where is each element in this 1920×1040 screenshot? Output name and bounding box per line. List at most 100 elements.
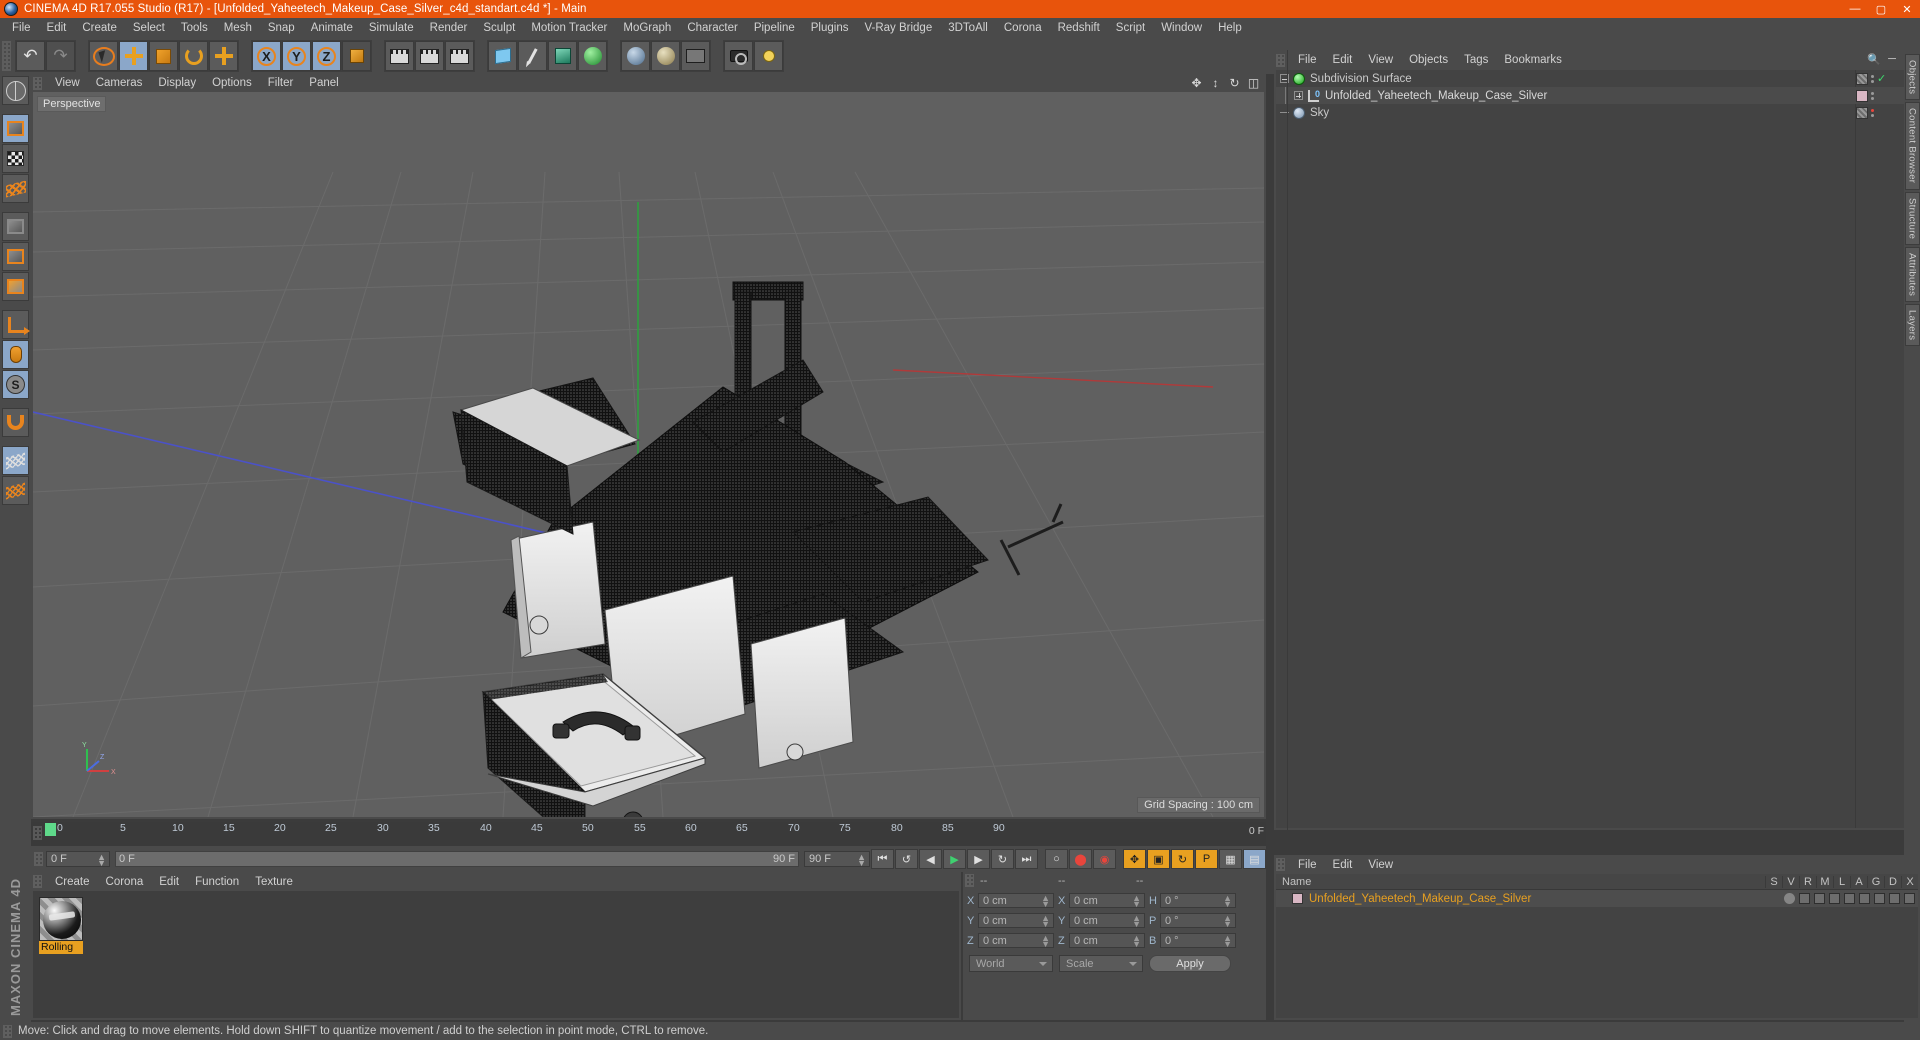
undo-icon[interactable]: ↶ — [16, 41, 45, 71]
scale-tool-icon[interactable] — [149, 41, 178, 71]
autokey-button[interactable]: ○ — [1045, 849, 1068, 869]
object-manager-tree[interactable]: Subdivision Surface ✓ 0 Unfolded_Yaheete… — [1276, 70, 1918, 828]
edges-mode-icon[interactable] — [2, 242, 29, 271]
texture-mode-icon[interactable] — [2, 144, 29, 173]
menu-animate[interactable]: Animate — [303, 18, 361, 38]
timeline-ruler[interactable]: 0 5 10 15 20 25 30 35 40 45 50 55 60 65 … — [31, 822, 1266, 846]
visibility-dots-icon[interactable] — [1871, 91, 1874, 100]
om-menu-file[interactable]: File — [1290, 54, 1325, 66]
layer-list[interactable]: Unfolded_Yaheetech_Makeup_Case_Silver — [1276, 890, 1918, 1018]
object-row-subdivision-surface[interactable]: Subdivision Surface ✓ — [1276, 70, 1918, 87]
size-x-field[interactable]: 0 cm ▲ ▼ — [1069, 893, 1145, 909]
position-y-field[interactable]: 0 cm ▲ ▼ — [978, 913, 1054, 929]
menu-select[interactable]: Select — [125, 18, 173, 38]
viewport-3d[interactable]: Perspective Y X Z Grid Spacing: 100 cm — [33, 92, 1264, 817]
layer-manager-grip[interactable] — [1276, 858, 1285, 871]
col-r[interactable]: R — [1799, 875, 1816, 888]
rotation-key-button[interactable]: ↻ — [1171, 849, 1194, 869]
selection-tool-icon[interactable] — [89, 41, 118, 71]
live-selection-icon[interactable] — [2, 76, 29, 105]
size-y-field[interactable]: 0 cm ▲ ▼ — [1069, 913, 1145, 929]
viewport-menu-cameras[interactable]: Cameras — [88, 77, 151, 89]
zoom-view-icon[interactable]: ↕ — [1209, 76, 1222, 90]
material-item[interactable]: Rolling — [39, 897, 83, 954]
timeline-track[interactable]: 0 5 10 15 20 25 30 35 40 45 50 55 60 65 … — [45, 822, 1242, 846]
layer-menu-file[interactable]: File — [1290, 859, 1325, 871]
current-frame-field[interactable]: 0 F ▲ ▼ — [46, 851, 110, 868]
coordinates-grip[interactable] — [965, 874, 974, 887]
tab-layers[interactable]: Layers — [1904, 303, 1920, 347]
lock-workplane-icon[interactable] — [2, 446, 29, 475]
col-v[interactable]: V — [1782, 875, 1799, 888]
play-button[interactable]: ▶ — [943, 849, 966, 869]
workplane-icon[interactable] — [2, 476, 29, 505]
viewport-menu-view[interactable]: View — [47, 77, 88, 89]
menu-tools[interactable]: Tools — [173, 18, 216, 38]
mm-menu-corona[interactable]: Corona — [98, 876, 152, 888]
menu-plugins[interactable]: Plugins — [803, 18, 857, 38]
deformer-icon[interactable] — [578, 41, 607, 71]
close-button[interactable]: ✕ — [1894, 0, 1920, 18]
col-d[interactable]: D — [1884, 875, 1901, 888]
display-tag-icon[interactable] — [1856, 106, 1868, 119]
menu-mograph[interactable]: MoGraph — [615, 18, 679, 38]
col-m[interactable]: M — [1816, 875, 1833, 888]
points-mode-icon[interactable] — [2, 212, 29, 241]
apply-button[interactable]: Apply — [1149, 955, 1231, 972]
menu-pipeline[interactable]: Pipeline — [746, 18, 803, 38]
rotation-p-field[interactable]: 0 ° ▲ ▼ — [1160, 913, 1236, 929]
render-settings-icon[interactable] — [445, 41, 474, 71]
om-menu-bookmarks[interactable]: Bookmarks — [1496, 54, 1570, 66]
key-selection-button[interactable]: ◉ — [1093, 849, 1116, 869]
mm-menu-create[interactable]: Create — [47, 876, 98, 888]
om-menu-view[interactable]: View — [1360, 54, 1401, 66]
primitive-cube-icon[interactable] — [488, 41, 517, 71]
om-menu-objects[interactable]: Objects — [1401, 54, 1456, 66]
col-a[interactable]: A — [1850, 875, 1867, 888]
visibility-dots-icon[interactable] — [1871, 74, 1874, 83]
visibility-dots-icon[interactable] — [1871, 108, 1874, 117]
tab-structure[interactable]: Structure — [1904, 191, 1920, 245]
menu-corona[interactable]: Corona — [996, 18, 1050, 38]
step-forward-button[interactable]: ▶ — [967, 849, 990, 869]
enabled-check-icon[interactable]: ✓ — [1877, 72, 1886, 85]
enable-axis-icon[interactable] — [2, 340, 29, 369]
redo-icon[interactable]: ↷ — [46, 41, 75, 71]
generator-toggle-icon[interactable] — [1874, 893, 1885, 904]
light-icon[interactable] — [754, 41, 783, 71]
object-manager-grip[interactable] — [1276, 53, 1285, 67]
size-mode-dropdown[interactable]: Scale — [1059, 955, 1143, 972]
camera-icon[interactable] — [724, 41, 753, 71]
menu-redshift[interactable]: Redshift — [1050, 18, 1108, 38]
viewport-menu-filter[interactable]: Filter — [260, 77, 302, 89]
mm-menu-texture[interactable]: Texture — [247, 876, 301, 888]
world-coord-icon[interactable] — [342, 41, 371, 71]
object-row-makeup-case[interactable]: 0 Unfolded_Yaheetech_Makeup_Case_Silver — [1276, 87, 1918, 104]
expander-plus-icon[interactable] — [1294, 91, 1303, 100]
rotate-tool-icon[interactable] — [179, 41, 208, 71]
floor-icon[interactable] — [681, 41, 710, 71]
axis-x-icon[interactable]: X — [252, 41, 281, 71]
menu-sculpt[interactable]: Sculpt — [475, 18, 523, 38]
play-forward-button[interactable]: ↻ — [991, 849, 1014, 869]
go-to-start-button[interactable]: ⏮ — [871, 849, 894, 869]
menu-simulate[interactable]: Simulate — [361, 18, 422, 38]
maximize-view-icon[interactable]: ◫ — [1247, 76, 1260, 90]
menu-edit[interactable]: Edit — [39, 18, 75, 38]
object-axis-icon[interactable] — [2, 310, 30, 339]
expression-toggle-icon[interactable] — [1904, 893, 1915, 904]
layer-color-swatch[interactable] — [1292, 893, 1303, 904]
viewport-menu-options[interactable]: Options — [204, 77, 260, 89]
deformer-toggle-icon[interactable] — [1889, 893, 1900, 904]
position-key-button[interactable]: ✥ — [1123, 849, 1146, 869]
menu-window[interactable]: Window — [1153, 18, 1210, 38]
menu-script[interactable]: Script — [1108, 18, 1153, 38]
collapse-icon[interactable]: ─ — [1886, 53, 1898, 65]
tab-objects[interactable]: Objects — [1904, 54, 1920, 101]
pan-view-icon[interactable]: ✥ — [1190, 76, 1203, 90]
scene-environment-icon[interactable] — [621, 41, 650, 71]
status-bar-grip[interactable] — [3, 1024, 12, 1038]
point-level-anim-button[interactable]: ▦ — [1219, 849, 1242, 869]
menu-motion-tracker[interactable]: Motion Tracker — [523, 18, 615, 38]
material-list[interactable]: Rolling — [33, 891, 959, 1018]
